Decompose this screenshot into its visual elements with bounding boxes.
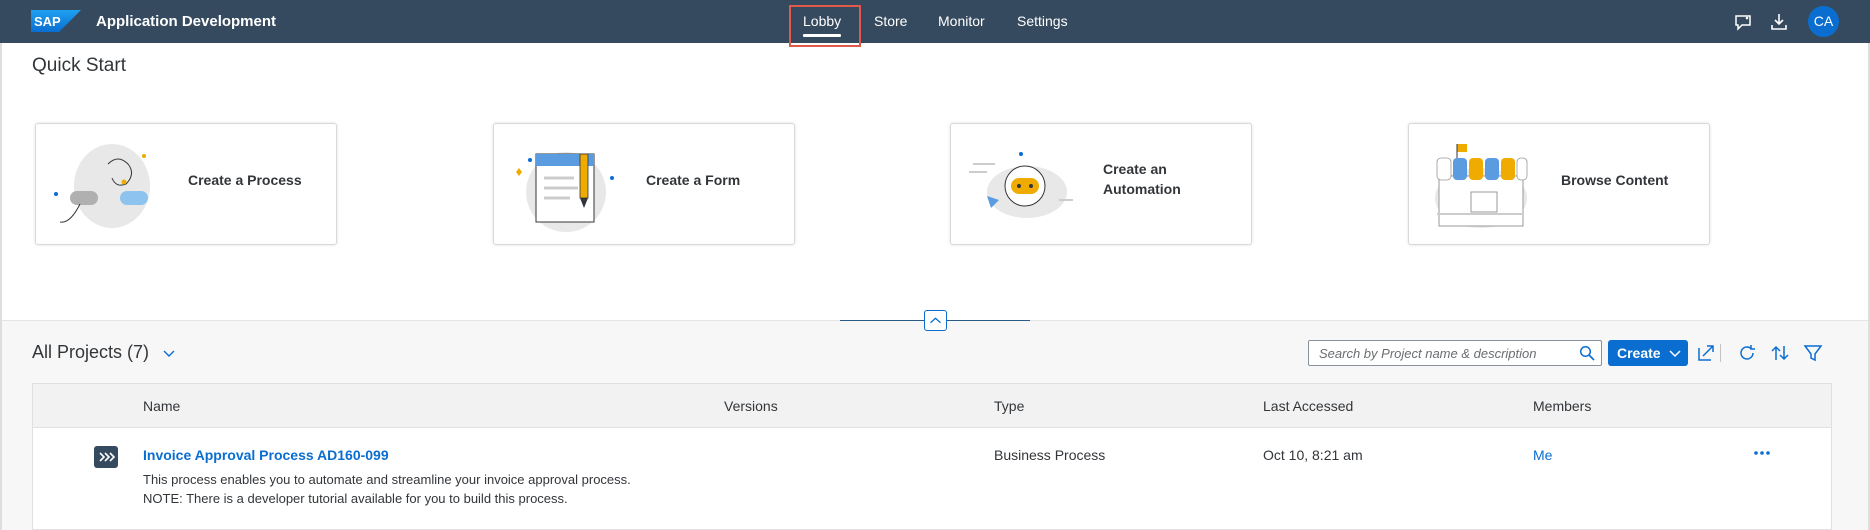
projects-title: All Projects (7) <box>32 342 150 362</box>
svg-text:SAP: SAP <box>34 14 61 29</box>
shell-bar: SAP Application Development Lobby Store … <box>0 0 1870 43</box>
column-header-members[interactable]: Members <box>1533 398 1591 414</box>
table-header: Name Versions Type Last Accessed Members <box>33 384 1831 428</box>
feedback-icon[interactable] <box>1732 11 1754 33</box>
project-description-line-1: This process enables you to automate and… <box>143 472 631 487</box>
create-button-label: Create <box>1617 345 1661 361</box>
column-header-name[interactable]: Name <box>143 398 180 414</box>
process-type-icon <box>94 446 118 468</box>
store-illustration-icon <box>1435 144 1528 228</box>
chevron-down-icon <box>1669 350 1681 358</box>
process-illustration-icon <box>54 144 150 228</box>
user-avatar[interactable]: CA <box>1808 6 1839 37</box>
column-header-type[interactable]: Type <box>994 398 1024 414</box>
card-label: Create a Process <box>188 172 302 188</box>
nav-monitor[interactable]: Monitor <box>938 0 985 43</box>
project-members-link[interactable]: Me <box>1533 447 1552 463</box>
more-options-icon[interactable] <box>1751 448 1773 458</box>
refresh-icon[interactable] <box>1736 342 1758 364</box>
projects-table: Name Versions Type Last Accessed Members… <box>32 383 1832 530</box>
project-name-link[interactable]: Invoice Approval Process AD160-099 <box>143 447 389 463</box>
sap-logo[interactable]: SAP <box>31 10 81 32</box>
search-icon[interactable] <box>1579 345 1595 361</box>
collapse-quickstart-button[interactable] <box>924 310 947 331</box>
toolbar-separator <box>1720 344 1721 362</box>
app-title: Application Development <box>96 13 277 30</box>
table-row[interactable]: Invoice Approval Process AD160-099 This … <box>33 428 1831 530</box>
create-process-card[interactable]: Create a Process <box>35 123 337 245</box>
column-header-last-accessed[interactable]: Last Accessed <box>1263 398 1353 414</box>
create-automation-card[interactable]: Create an Automation <box>950 123 1252 245</box>
browse-content-card[interactable]: Browse Content <box>1408 123 1710 245</box>
download-icon[interactable] <box>1768 11 1790 33</box>
create-button[interactable]: Create <box>1608 340 1688 366</box>
automation-illustration-icon <box>969 152 1073 218</box>
chevron-down-icon[interactable] <box>161 345 177 361</box>
nav-settings[interactable]: Settings <box>1017 0 1068 43</box>
import-icon[interactable] <box>1695 342 1717 364</box>
search-placeholder: Search by Project name & description <box>1319 346 1537 361</box>
project-last-accessed: Oct 10, 8:21 am <box>1263 447 1363 463</box>
sort-icon[interactable] <box>1769 342 1791 364</box>
filter-icon[interactable] <box>1802 342 1824 364</box>
card-label: Browse Content <box>1561 172 1669 188</box>
card-label: Create an <box>1103 161 1167 177</box>
create-form-card[interactable]: Create a Form <box>493 123 795 245</box>
project-description: This process enables you to automate and… <box>143 470 631 508</box>
form-illustration-icon <box>516 152 614 232</box>
card-label: Create a Form <box>646 172 741 188</box>
highlight-annotation <box>789 5 861 47</box>
nav-store[interactable]: Store <box>874 0 907 43</box>
column-header-versions[interactable]: Versions <box>724 398 778 414</box>
project-search-input[interactable]: Search by Project name & description <box>1308 340 1602 366</box>
project-type: Business Process <box>994 447 1106 463</box>
card-label-line-2: Automation <box>1103 181 1181 197</box>
quick-start-title: Quick Start <box>32 55 126 76</box>
project-description-line-2: NOTE: There is a developer tutorial avai… <box>143 491 568 506</box>
